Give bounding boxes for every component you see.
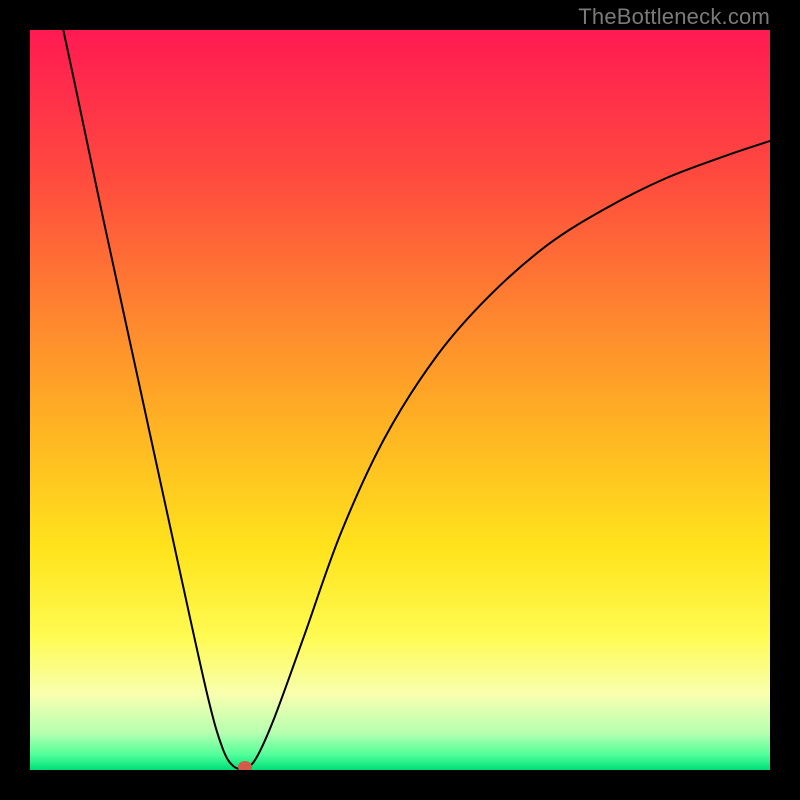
chart-stage: TheBottleneck.com	[0, 0, 800, 800]
curve-layer	[30, 30, 770, 770]
bottleneck-curve	[63, 30, 770, 769]
watermark-text: TheBottleneck.com	[578, 4, 770, 30]
plot-area	[30, 30, 770, 770]
minimum-marker	[238, 761, 252, 770]
